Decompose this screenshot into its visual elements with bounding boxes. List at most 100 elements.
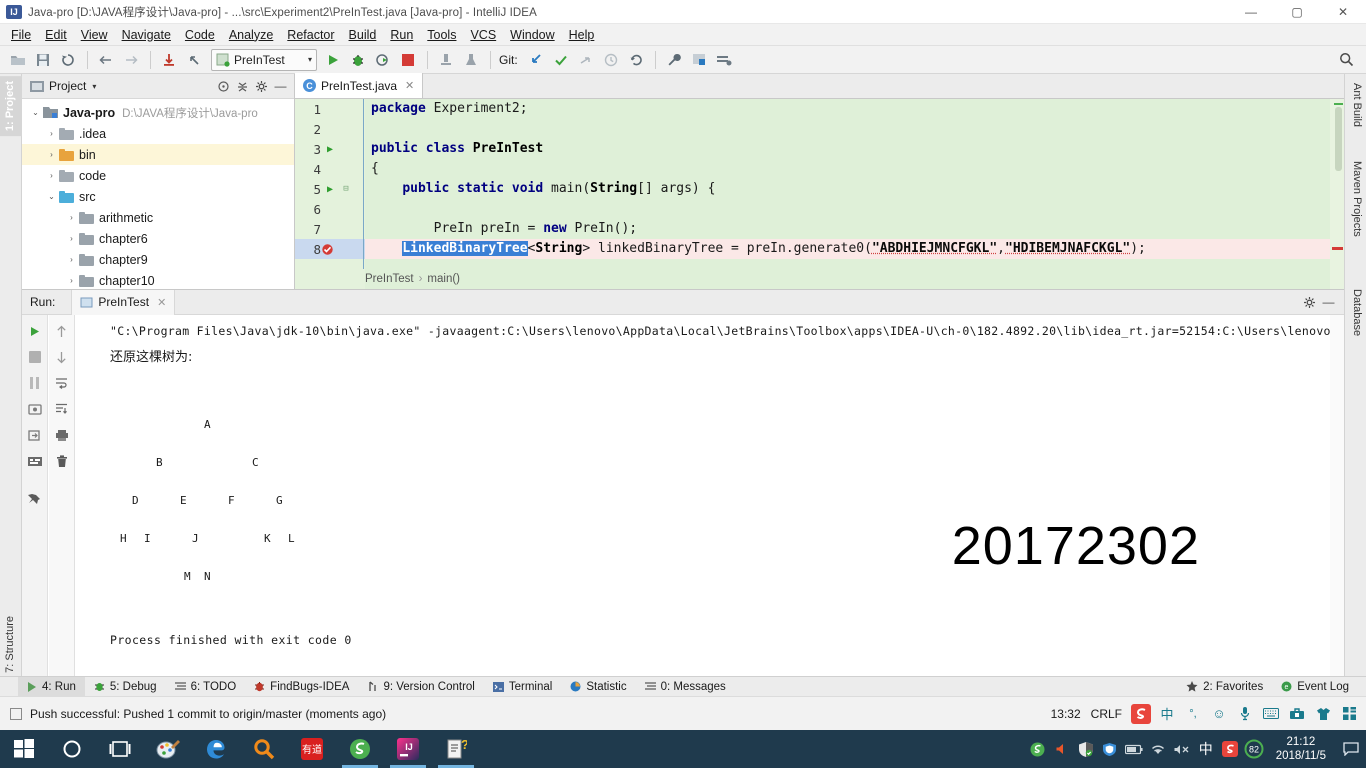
toolwindow-version-control[interactable]: 9: Version Control xyxy=(358,677,483,697)
breadcrumb-method[interactable]: main() xyxy=(427,273,460,285)
toolwindow-event-log[interactable]: e Event Log xyxy=(1272,677,1358,697)
gear-icon[interactable] xyxy=(252,77,271,96)
fold-toggle-icon[interactable]: ⊟ xyxy=(339,184,353,194)
locate-icon[interactable] xyxy=(214,77,233,96)
tree-node-chapter6[interactable]: › chapter6 xyxy=(22,228,294,249)
run-gutter-icon[interactable]: ▶ xyxy=(321,184,339,195)
sdk-manager-icon[interactable] xyxy=(712,49,736,71)
menu-vcs[interactable]: VCS xyxy=(463,26,503,44)
minimize-button[interactable]: — xyxy=(1228,0,1274,24)
tree-node-chapter10[interactable]: › chapter10 xyxy=(22,270,294,291)
editor-scrollbar[interactable] xyxy=(1330,99,1344,289)
breadcrumb-class[interactable]: PreInTest xyxy=(365,273,414,285)
attach-icon[interactable] xyxy=(459,49,483,71)
everything-search-button[interactable] xyxy=(240,730,288,768)
expand-toggle-icon[interactable]: › xyxy=(64,213,79,222)
scrollbar-thumb[interactable] xyxy=(1335,107,1342,171)
sogou-icon[interactable] xyxy=(1218,730,1242,768)
defender-icon[interactable] xyxy=(1074,730,1098,768)
hide-panel-icon[interactable]: — xyxy=(271,77,290,96)
apps-icon[interactable] xyxy=(1339,704,1359,724)
sidebar-item-structure[interactable]: 7: Structure xyxy=(0,611,22,678)
sidebar-item-maven-projects[interactable]: Maven Projects xyxy=(1345,156,1366,242)
git-revert-icon[interactable] xyxy=(624,49,648,71)
expand-toggle-icon[interactable]: › xyxy=(44,129,59,138)
git-history-icon[interactable] xyxy=(599,49,623,71)
taskbar-clock[interactable]: 21:12 2018/11/5 xyxy=(1266,735,1336,763)
score-82-icon[interactable]: 82 xyxy=(1242,730,1266,768)
task-view-button[interactable] xyxy=(96,730,144,768)
battery-icon[interactable] xyxy=(1122,730,1146,768)
tab-preintest-java[interactable]: C PreInTest.java ✕ xyxy=(295,73,423,98)
volume-orange-icon[interactable] xyxy=(1050,730,1074,768)
tree-node-arithmetic[interactable]: › arithmetic xyxy=(22,207,294,228)
expand-toggle-icon[interactable]: › xyxy=(64,234,79,243)
rerun-icon[interactable] xyxy=(24,319,46,343)
hide-panel-icon[interactable]: — xyxy=(1319,293,1338,312)
toolwindow-messages[interactable]: 0: Messages xyxy=(636,677,735,697)
dump-threads-icon[interactable] xyxy=(24,397,46,421)
menu-window[interactable]: Window xyxy=(503,26,561,44)
toolwindow-debug[interactable]: 5: Debug xyxy=(85,677,166,697)
sidebar-item-database[interactable]: Database xyxy=(1345,284,1366,341)
emoji-icon[interactable]: ☺ xyxy=(1209,704,1229,724)
mute-icon[interactable] xyxy=(1170,730,1194,768)
menu-analyze[interactable]: Analyze xyxy=(222,26,280,44)
expand-toggle-icon[interactable]: ⌄ xyxy=(28,108,43,117)
settings-wrench-icon[interactable] xyxy=(662,49,686,71)
green-browser-button[interactable] xyxy=(336,730,384,768)
menu-file[interactable]: File xyxy=(4,26,38,44)
back-arrow-icon[interactable] xyxy=(94,49,118,71)
close-button[interactable]: ✕ xyxy=(1320,0,1366,24)
close-icon[interactable]: ✕ xyxy=(405,79,414,92)
trash-icon[interactable] xyxy=(51,449,73,473)
help-doc-button[interactable]: ? xyxy=(432,730,480,768)
menu-run[interactable]: Run xyxy=(383,26,420,44)
edge-browser-button[interactable] xyxy=(192,730,240,768)
menu-build[interactable]: Build xyxy=(342,26,384,44)
menu-help[interactable]: Help xyxy=(562,26,602,44)
down-arrow-icon[interactable] xyxy=(51,345,73,369)
sync-icon[interactable] xyxy=(56,49,80,71)
keyboard-icon[interactable] xyxy=(1261,704,1281,724)
menu-edit[interactable]: Edit xyxy=(38,26,74,44)
search-everywhere-icon[interactable] xyxy=(1334,49,1358,71)
expand-toggle-icon[interactable]: › xyxy=(64,276,79,285)
skin-icon[interactable] xyxy=(1313,704,1333,724)
sidebar-item-ant-build[interactable]: Ant Build xyxy=(1345,78,1366,132)
wifi-icon[interactable] xyxy=(1146,730,1170,768)
run-gutter-icon[interactable]: ▶ xyxy=(321,144,339,155)
update-project-icon[interactable] xyxy=(157,49,181,71)
project-structure-icon[interactable] xyxy=(687,49,711,71)
line-separator-indicator[interactable]: CRLF xyxy=(1091,707,1122,721)
expand-toggle-icon[interactable]: › xyxy=(64,255,79,264)
expand-toggle-icon[interactable]: › xyxy=(44,150,59,159)
debug-icon[interactable] xyxy=(346,49,370,71)
menu-code[interactable]: Code xyxy=(178,26,222,44)
save-icon[interactable] xyxy=(31,49,55,71)
ime-cn-icon[interactable]: 中 xyxy=(1157,704,1177,724)
toolwindow-run[interactable]: 4: Run xyxy=(18,677,85,697)
editor-gutter[interactable]: 1 2 3 ▶ 4 5 ▶ ⊟ 6 7 8 xyxy=(295,99,365,289)
intellij-idea-button[interactable]: IJ xyxy=(384,730,432,768)
tree-node-java-pro[interactable]: ⌄ Java-pro D:\JAVA程序设计\Java-pro xyxy=(22,102,294,123)
maximize-button[interactable]: ▢ xyxy=(1274,0,1320,24)
notification-center-button[interactable] xyxy=(1336,730,1366,768)
run-icon[interactable] xyxy=(321,49,345,71)
expand-toggle-icon[interactable]: ⌄ xyxy=(44,192,59,201)
ime-cn-icon[interactable]: 中 xyxy=(1194,730,1218,768)
cortana-search-button[interactable] xyxy=(48,730,96,768)
gear-icon[interactable] xyxy=(1300,293,1319,312)
menu-refactor[interactable]: Refactor xyxy=(280,26,341,44)
git-commit-icon[interactable] xyxy=(549,49,573,71)
export-icon[interactable] xyxy=(24,423,46,447)
run-coverage-icon[interactable] xyxy=(371,49,395,71)
console-vertical-scrollbar[interactable] xyxy=(1330,315,1344,685)
git-update-icon[interactable] xyxy=(524,49,548,71)
tree-node-idea[interactable]: › .idea xyxy=(22,123,294,144)
open-folder-icon[interactable] xyxy=(6,49,30,71)
mic-icon[interactable] xyxy=(1235,704,1255,724)
run-tab-preintest[interactable]: PreInTest ✕ xyxy=(71,290,175,315)
print-icon[interactable] xyxy=(51,423,73,447)
menu-view[interactable]: View xyxy=(74,26,115,44)
